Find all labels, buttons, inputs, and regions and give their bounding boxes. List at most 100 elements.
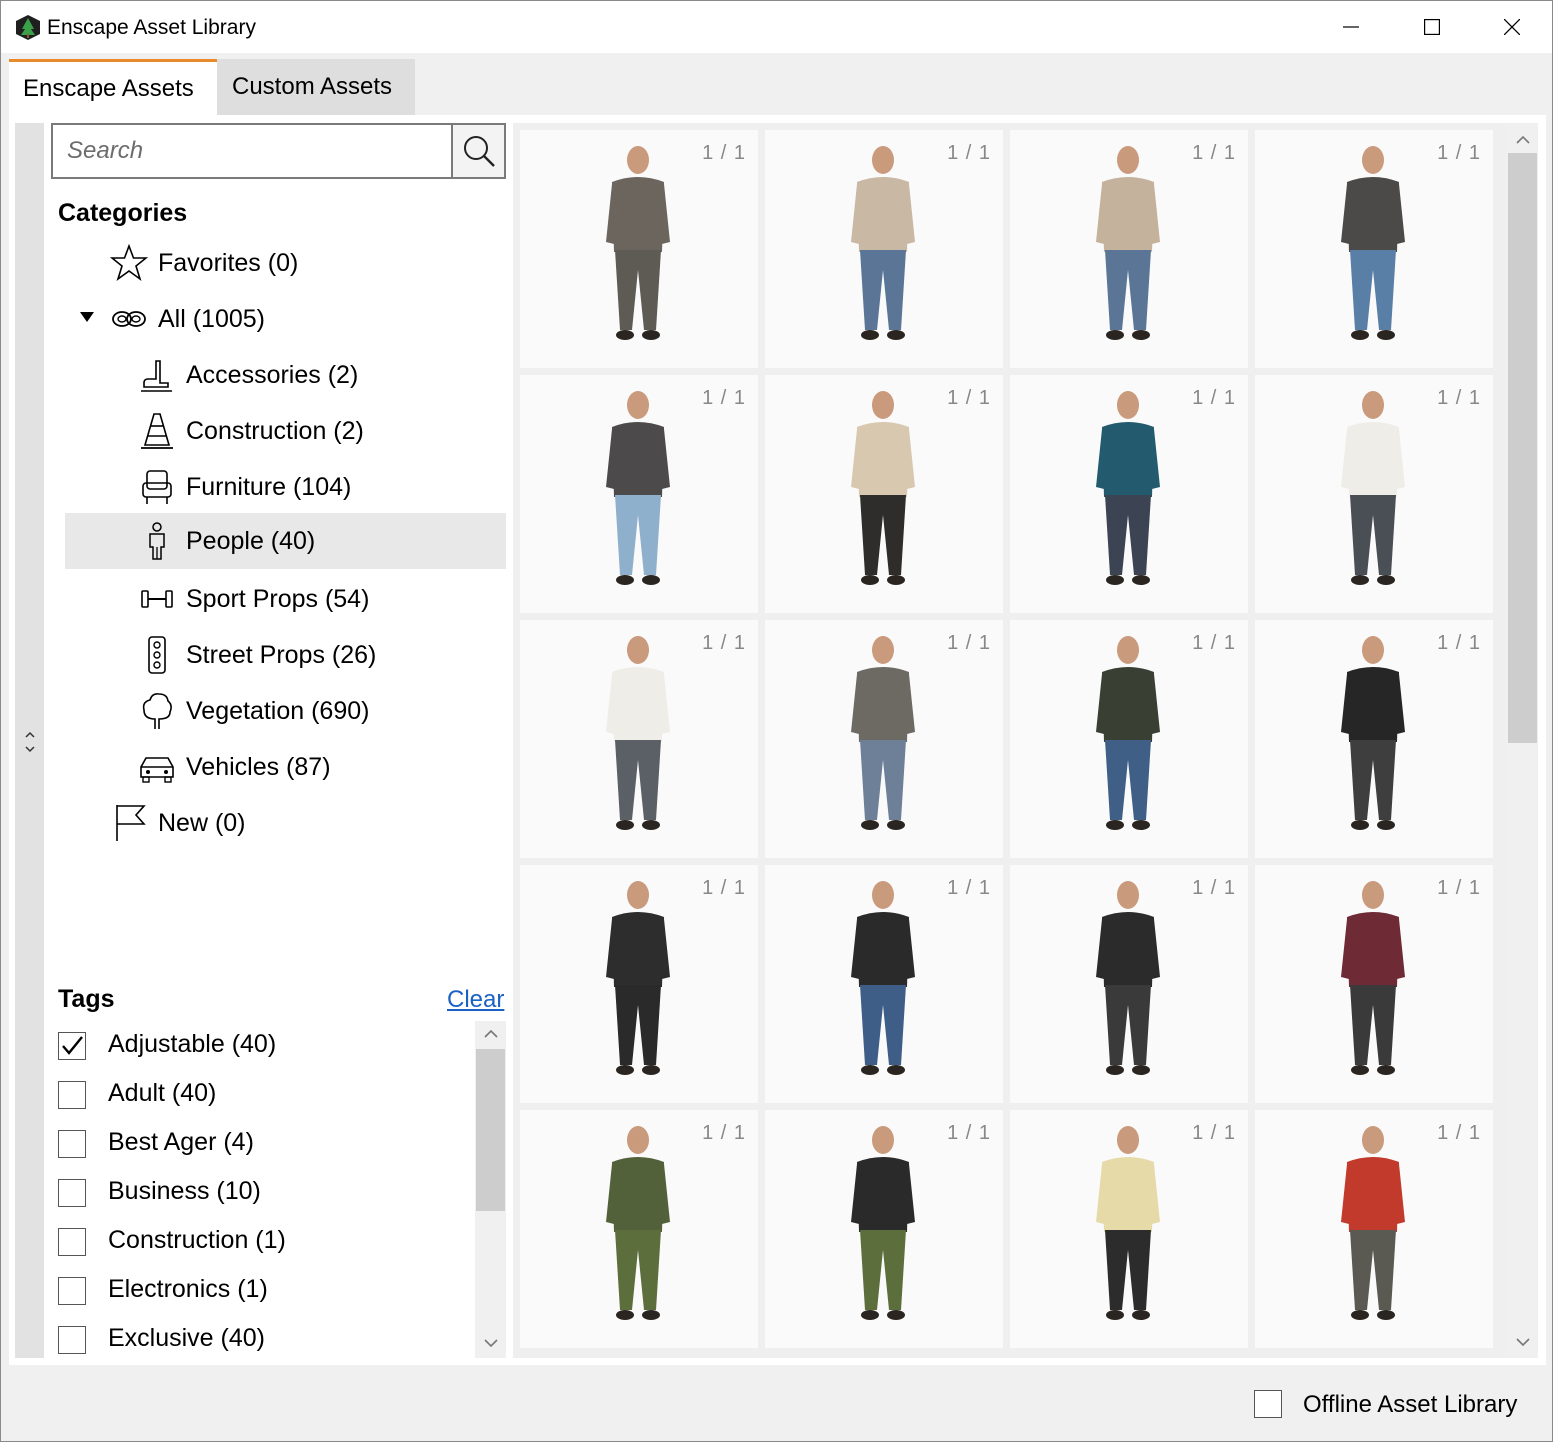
category-vehicles[interactable]: Vehicles (87) [65,739,506,795]
tag-row-exclusive[interactable]: Exclusive (40) [58,1322,458,1362]
enscape-logo-icon [16,15,40,40]
asset-tile-man-white-sweater-waving[interactable]: 1 / 1 [1255,375,1493,613]
category-label: Construction (2) [186,416,364,445]
person-figure-icon [851,636,915,830]
asset-tile-woman-grey-blazer[interactable]: 1 / 1 [520,375,758,613]
person-figure-icon [1341,636,1405,830]
category-street-props[interactable]: Street Props (26) [65,627,506,683]
minimize-button[interactable] [1311,1,1391,53]
person-figure-icon [1096,881,1160,1075]
category-label: People (40) [186,526,316,555]
tree-icon [142,693,172,729]
scroll-up-button[interactable] [1508,127,1537,153]
tag-row-business[interactable]: Business (10) [58,1175,458,1215]
scroll-thumb[interactable] [476,1049,505,1211]
tag-row-adult[interactable]: Adult (40) [58,1077,458,1117]
tab-custom-assets[interactable]: Custom Assets [217,59,415,115]
person-figure-icon [1096,1126,1160,1320]
category-label: New (0) [158,808,246,837]
category-favorites[interactable]: Favorites (0) [65,235,506,291]
maximize-button[interactable] [1392,1,1472,53]
tag-checkbox[interactable] [58,1032,86,1060]
tag-row-best-ager[interactable]: Best Ager (4) [58,1126,458,1166]
category-label: Furniture (104) [186,472,352,501]
chevron-down-icon [483,1339,498,1348]
offline-library-checkbox[interactable] [1254,1390,1282,1418]
asset-tile-man-vr-headset-device[interactable]: 1 / 1 [1255,130,1493,368]
scroll-thumb[interactable] [1508,153,1537,743]
tag-checkbox[interactable] [58,1228,86,1256]
traffic-light-icon [148,636,166,674]
asset-tile-man-beige-polo[interactable]: 1 / 1 [1010,1110,1248,1348]
asset-tile-person-hand-on-chin[interactable]: 1 / 1 [520,130,758,368]
person-figure-icon [851,146,915,340]
asset-tile-man-dark-suit-talking[interactable]: 1 / 1 [520,865,758,1103]
category-all[interactable]: All (1005) [65,291,506,347]
asset-tile-two-women-standing[interactable]: 1 / 1 [765,375,1003,613]
flag-icon [116,805,146,841]
search-box [51,123,506,179]
asset-tile-woman-blue-scarf[interactable]: 1 / 1 [1010,865,1248,1103]
chevron-down-icon [1515,1338,1530,1347]
person-figure-icon [606,1126,670,1320]
person-figure-icon [851,881,915,1075]
scroll-down-button[interactable] [476,1330,505,1356]
asset-tile-woman-beige-coat-hood[interactable]: 1 / 1 [765,130,1003,368]
asset-tile-man-black-hoodie[interactable]: 1 / 1 [1255,620,1493,858]
category-construction[interactable]: Construction (2) [65,403,506,459]
tab-label: Enscape Assets [23,74,194,102]
person-figure-icon [1096,636,1160,830]
tag-row-electronics[interactable]: Electronics (1) [58,1273,458,1313]
category-label: Favorites (0) [158,248,299,277]
close-button[interactable] [1472,1,1552,53]
tag-label: Electronics (1) [108,1275,268,1303]
tag-checkbox[interactable] [58,1326,86,1354]
traffic-cone-icon [141,413,173,449]
clear-tags-link[interactable]: Clear [447,986,504,1014]
category-new[interactable]: New (0) [65,795,506,851]
asset-tile-man-blue-jacket[interactable]: 1 / 1 [1010,375,1248,613]
person-figure-icon [606,636,670,830]
tags-heading: Tags [58,985,115,1013]
asset-tile-man-black-tshirt[interactable]: 1 / 1 [765,865,1003,1103]
asset-tile-man-ski-jacket-skis[interactable]: 1 / 1 [1255,1110,1493,1348]
tag-label: Adjustable (40) [108,1030,277,1058]
search-button[interactable] [451,125,504,177]
tags-scrollbar[interactable] [475,1021,506,1358]
asset-tile-man-beige-coat[interactable]: 1 / 1 [1010,130,1248,368]
asset-tile-woman-grey-parka[interactable]: 1 / 1 [765,620,1003,858]
scroll-down-button[interactable] [1508,1329,1537,1355]
expand-arrow-icon[interactable] [79,311,95,323]
tag-checkbox[interactable] [58,1179,86,1207]
tag-checkbox[interactable] [58,1130,86,1158]
category-people[interactable]: People (40) [65,513,506,569]
search-input[interactable] [53,125,451,177]
dumbbell-icon [141,590,173,608]
scroll-up-button[interactable] [476,1021,505,1047]
category-accessories[interactable]: Accessories (2) [65,347,506,403]
tag-checkbox[interactable] [58,1081,86,1109]
asset-grid-scrollbar[interactable] [1506,123,1538,1358]
category-sport-props[interactable]: Sport Props (54) [65,571,506,627]
category-furniture[interactable]: Furniture (104) [65,459,506,515]
tag-row-construction[interactable]: Construction (1) [58,1224,458,1264]
tag-row-adjustable[interactable]: Adjustable (40) [58,1028,458,1068]
person-icon [149,522,165,560]
collapse-toggle-icon[interactable] [22,729,38,755]
asset-tile-man-olive-sweater[interactable]: 1 / 1 [520,1110,758,1348]
person-figure-icon [1341,1126,1405,1320]
chevron-up-icon [1515,135,1530,144]
maximize-icon [1424,19,1440,35]
asset-tile-man-white-sweater[interactable]: 1 / 1 [520,620,758,858]
asset-tile-man-dark-green-jacket[interactable]: 1 / 1 [1010,620,1248,858]
asset-tile-woman-maroon-top[interactable]: 1 / 1 [1255,865,1493,1103]
category-vegetation[interactable]: Vegetation (690) [65,683,506,739]
category-label: Sport Props (54) [186,584,370,613]
star-icon [110,243,148,282]
chair-icon [142,470,172,504]
chevron-up-icon [483,1029,498,1038]
tab-enscape-assets[interactable]: Enscape Assets [9,59,217,115]
person-figure-icon [1096,391,1160,585]
asset-tile-man-arms-crossed[interactable]: 1 / 1 [765,1110,1003,1348]
tag-checkbox[interactable] [58,1277,86,1305]
